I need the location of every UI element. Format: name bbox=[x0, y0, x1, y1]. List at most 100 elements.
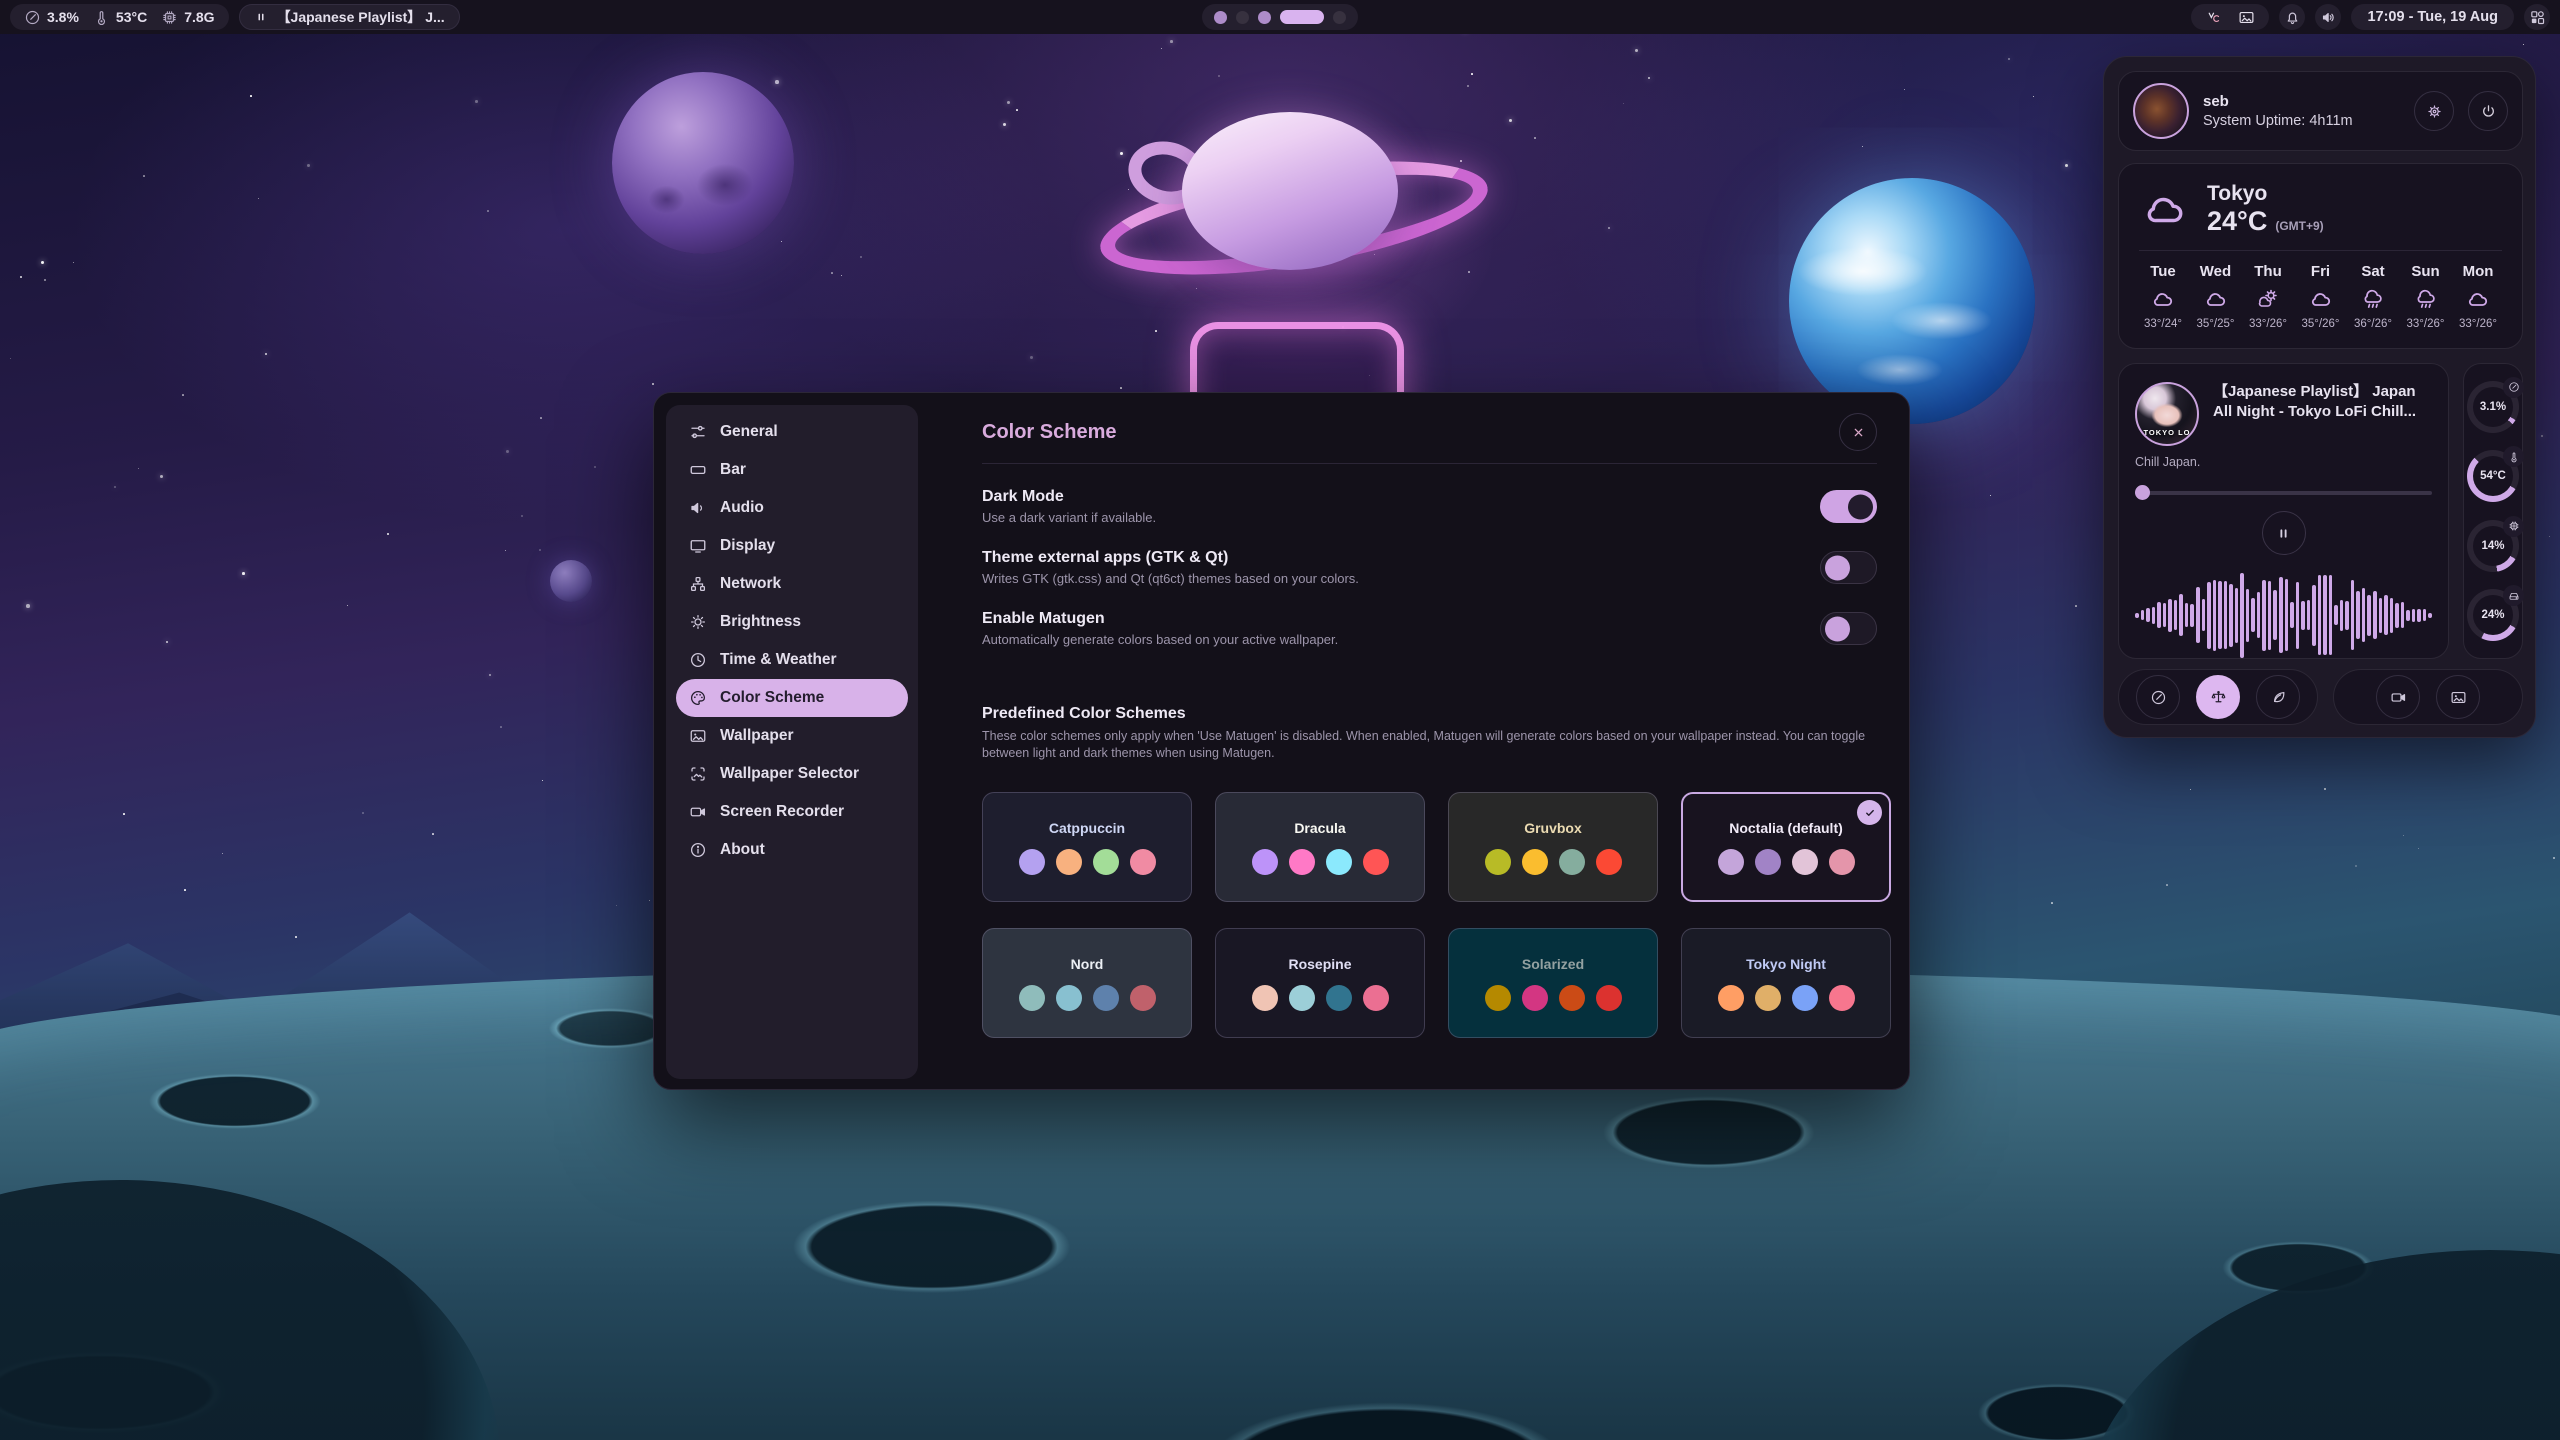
tray-app-icon[interactable] bbox=[2205, 9, 2222, 26]
frame-icon bbox=[689, 765, 707, 783]
scheme-color-dot bbox=[1522, 985, 1548, 1011]
sidebar-item-audio[interactable]: Audio bbox=[676, 489, 908, 527]
enable-matugen-toggle[interactable] bbox=[1820, 612, 1877, 645]
media-progress-bar[interactable] bbox=[2135, 485, 2432, 499]
sidebar-item-network[interactable]: Network bbox=[676, 565, 908, 603]
media-artist: Chill Japan. bbox=[2135, 455, 2432, 469]
scheme-card-title: Solarized bbox=[1522, 956, 1584, 972]
workspace-dot-1[interactable] bbox=[1214, 11, 1227, 24]
theme-external-apps-desc: Writes GTK (gtk.css) and Qt (qt6ct) them… bbox=[982, 571, 1359, 586]
theme-external-apps-toggle[interactable] bbox=[1820, 551, 1877, 584]
weather-city: Tokyo bbox=[2207, 182, 2324, 206]
sidebar-item-screen-recorder[interactable]: Screen Recorder bbox=[676, 793, 908, 831]
sidebar-item-time-weather[interactable]: Time & Weather bbox=[676, 641, 908, 679]
forecast-day: Tue33°/24° bbox=[2139, 263, 2187, 330]
weather-icon bbox=[2150, 287, 2176, 311]
workspace-dot-2[interactable] bbox=[1236, 11, 1249, 24]
pause-button[interactable] bbox=[2262, 511, 2306, 555]
scheme-color-dot bbox=[1252, 985, 1278, 1011]
bar-icon bbox=[689, 461, 707, 479]
scheme-card-tokyo-night[interactable]: Tokyo Night bbox=[1681, 928, 1891, 1038]
gear-icon bbox=[2426, 103, 2443, 120]
settings-button[interactable] bbox=[2414, 91, 2454, 131]
scheme-card-rosepine[interactable]: Rosepine bbox=[1215, 928, 1425, 1038]
scales-icon bbox=[2210, 689, 2227, 706]
sidebar-item-about[interactable]: About bbox=[676, 831, 908, 869]
clock[interactable]: 17:09 - Tue, 19 Aug bbox=[2351, 4, 2514, 30]
balanced-profile-button[interactable] bbox=[2196, 675, 2240, 719]
wallpaper-button[interactable] bbox=[2436, 675, 2480, 719]
scheme-color-dot bbox=[1252, 849, 1278, 875]
weather-icon bbox=[2465, 287, 2491, 311]
scheme-card-gruvbox[interactable]: Gruvbox bbox=[1448, 792, 1658, 902]
scheme-card-noctalia-default[interactable]: Noctalia (default) bbox=[1681, 792, 1891, 902]
media-pill[interactable]: 【Japanese Playlist】 J... bbox=[239, 4, 460, 30]
sidebar-item-general[interactable]: General bbox=[676, 413, 908, 451]
schemes-description: These color schemes only apply when 'Use… bbox=[982, 728, 1877, 762]
workspace-indicator[interactable] bbox=[1202, 4, 1358, 30]
sidebar-item-wallpaper[interactable]: Wallpaper bbox=[676, 717, 908, 755]
scheme-card-title: Nord bbox=[1071, 956, 1104, 972]
scheme-color-dot bbox=[1596, 985, 1622, 1011]
temperature-value: 53°C bbox=[116, 9, 147, 25]
workspace-dot-5[interactable] bbox=[1333, 11, 1346, 24]
scheme-grid: Catppuccin Dracula bbox=[982, 792, 1877, 1038]
predefined-schemes-section: Predefined Color Schemes These color sch… bbox=[982, 705, 1877, 1038]
small-moon bbox=[550, 560, 592, 602]
gauge-icon bbox=[24, 9, 41, 26]
weather-temperature: 24°C bbox=[2207, 206, 2267, 237]
tune-icon bbox=[689, 423, 707, 441]
power-icon bbox=[2480, 103, 2497, 120]
enable-matugen-label: Enable Matugen bbox=[982, 610, 1338, 628]
sidebar-item-bar[interactable]: Bar bbox=[676, 451, 908, 489]
media-pill-title: 【Japanese Playlist】 J... bbox=[277, 7, 445, 27]
scheme-color-dot bbox=[1289, 985, 1315, 1011]
scheme-color-dot bbox=[1559, 985, 1585, 1011]
powersaver-profile-button[interactable] bbox=[2256, 675, 2300, 719]
weather-icon bbox=[2413, 287, 2439, 311]
power-button[interactable] bbox=[2468, 91, 2508, 131]
weather-icon bbox=[2255, 287, 2281, 311]
forecast-day: Sat36°/26° bbox=[2349, 263, 2397, 330]
progress-knob[interactable] bbox=[2135, 485, 2150, 500]
volume-button[interactable] bbox=[2315, 4, 2341, 30]
scheme-card-catppuccin[interactable]: Catppuccin bbox=[982, 792, 1192, 902]
notifications-button[interactable] bbox=[2279, 4, 2305, 30]
scheme-card-dracula[interactable]: Dracula bbox=[1215, 792, 1425, 902]
brightness-icon bbox=[689, 613, 707, 631]
toggle-knob bbox=[1825, 616, 1850, 641]
pause-icon bbox=[254, 10, 268, 24]
schemes-heading: Predefined Color Schemes bbox=[982, 705, 1877, 723]
launcher-button[interactable] bbox=[2524, 4, 2550, 30]
scheme-card-title: Tokyo Night bbox=[1746, 956, 1826, 972]
theme-external-apps-row: Theme external apps (GTK & Qt) Writes GT… bbox=[982, 549, 1877, 586]
performance-profile-button[interactable] bbox=[2136, 675, 2180, 719]
scheme-card-solarized[interactable]: Solarized bbox=[1448, 928, 1658, 1038]
scheme-color-dot bbox=[1755, 849, 1781, 875]
scheme-color-dot bbox=[1130, 985, 1156, 1011]
workspace-dot-3[interactable] bbox=[1258, 11, 1271, 24]
sidebar-item-color-scheme[interactable]: Color Scheme bbox=[676, 679, 908, 717]
sidebar-item-wallpaper-selector[interactable]: Wallpaper Selector bbox=[676, 755, 908, 793]
wallpaper-tray-icon[interactable] bbox=[2238, 9, 2255, 26]
workspace-dot-4-active[interactable] bbox=[1280, 10, 1324, 24]
forecast-day: Mon33°/26° bbox=[2454, 263, 2502, 330]
thermometer-icon bbox=[93, 9, 110, 26]
top-bar: 3.8% 53°C 7.8G 【Japanese Playlist】 J... … bbox=[0, 0, 2560, 34]
dark-mode-toggle[interactable] bbox=[1820, 490, 1877, 523]
weather-timezone: (GMT+9) bbox=[2275, 219, 2323, 233]
sidebar-item-label: Bar bbox=[720, 461, 746, 479]
scheme-color-dot bbox=[1130, 849, 1156, 875]
system-tray bbox=[2191, 4, 2269, 30]
sidebar-item-display[interactable]: Display bbox=[676, 527, 908, 565]
system-stats-pill[interactable]: 3.8% 53°C 7.8G bbox=[10, 4, 229, 30]
image-icon bbox=[2450, 689, 2467, 706]
scheme-card-nord[interactable]: Nord bbox=[982, 928, 1192, 1038]
scheme-color-dot bbox=[1485, 985, 1511, 1011]
sidebar-item-brightness[interactable]: Brightness bbox=[676, 603, 908, 641]
dark-mode-label: Dark Mode bbox=[982, 488, 1156, 506]
screen-recorder-button[interactable] bbox=[2376, 675, 2420, 719]
purple-planet bbox=[612, 72, 794, 254]
sidebar-item-label: Network bbox=[720, 575, 781, 593]
close-button[interactable] bbox=[1839, 413, 1877, 451]
